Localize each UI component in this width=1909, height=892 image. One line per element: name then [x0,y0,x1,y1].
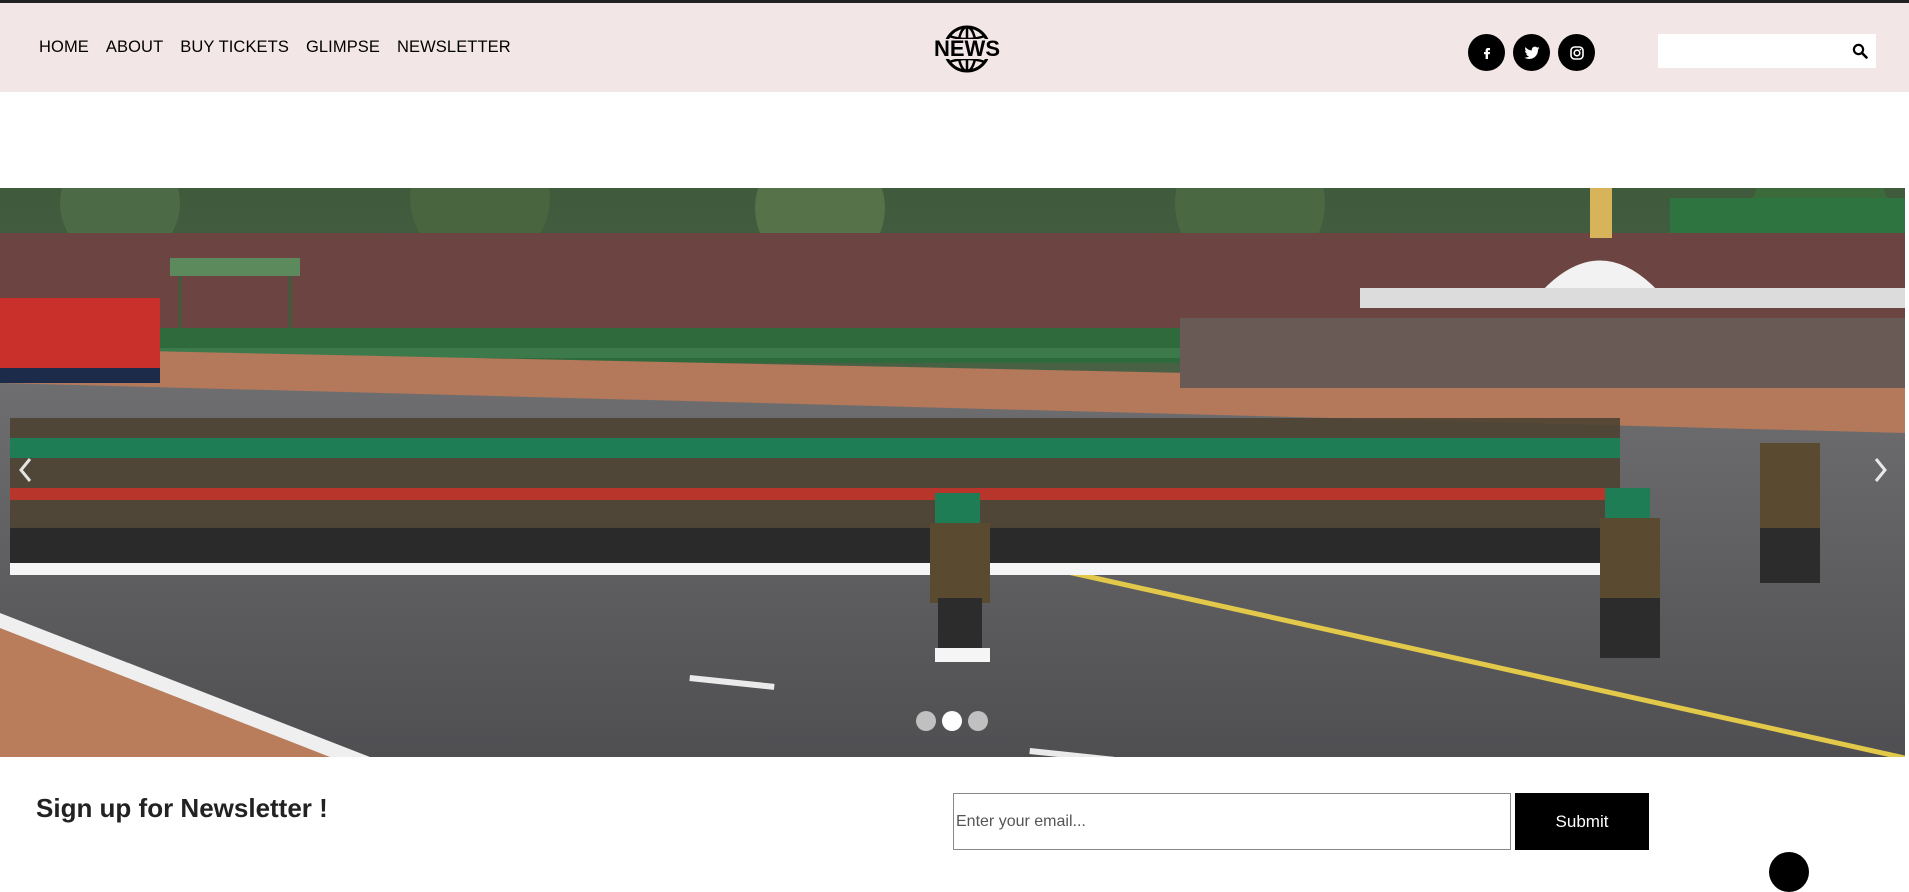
nav-newsletter[interactable]: NEWSLETTER [397,38,511,57]
carousel-dot-3[interactable] [968,711,988,731]
globe-logo-icon: NEWS [933,25,1001,73]
nav-glimpse[interactable]: GLIMPSE [306,38,380,57]
news-logo[interactable]: NEWS [931,24,1003,74]
nav-buy-tickets[interactable]: BUY TICKETS [180,38,289,57]
facebook-button[interactable] [1468,34,1505,71]
main-nav: HOME ABOUT BUY TICKETS GLIMPSE NEWSLETTE… [39,38,528,57]
newsletter-title: Sign up for Newsletter ! [36,793,328,823]
site-header: HOME ABOUT BUY TICKETS GLIMPSE NEWSLETTE… [0,3,1909,92]
carousel-dot-1[interactable] [916,711,936,731]
logo-text: NEWS [934,36,1000,61]
email-field[interactable] [953,793,1511,850]
parade-image [0,188,1905,757]
hero-carousel[interactable] [0,188,1905,757]
carousel-dot-2[interactable] [942,711,962,731]
next-slide-icon[interactable] [1870,455,1890,485]
nav-about[interactable]: ABOUT [106,38,163,57]
twitter-button[interactable] [1513,34,1550,71]
nav-home[interactable]: HOME [39,38,89,57]
facebook-icon [1483,47,1490,59]
submit-button[interactable]: Submit [1515,793,1649,850]
search-box [1658,34,1876,68]
prev-slide-icon[interactable] [16,455,36,485]
instagram-button[interactable] [1558,34,1595,71]
twitter-icon [1523,46,1539,59]
instagram-icon [1569,45,1584,60]
carousel-indicators [916,711,988,731]
search-input[interactable] [1658,34,1838,68]
scroll-top-button[interactable] [1769,852,1809,892]
search-icon[interactable] [1852,43,1868,59]
